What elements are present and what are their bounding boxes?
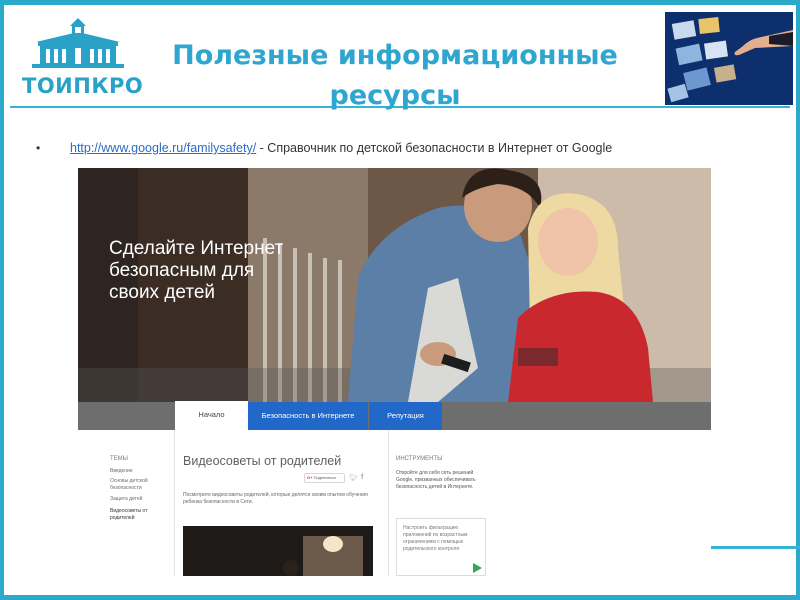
site-content: ТЕМЫ Введение Основы детской безопасност… [78,430,711,576]
main-heading: Видеосоветы от родителей [183,454,342,468]
main-paragraph: Посмотрите видеосоветы родителей, которы… [183,492,368,505]
parental-control-card[interactable]: Настроить фильтрацию приложений по возра… [396,518,486,576]
title-line-1: Полезные информационные [172,40,618,71]
sidebar-title: ТЕМЫ [110,456,128,462]
sidebar-divider [174,430,175,576]
slide-frame-bottom [0,595,800,600]
tab-home[interactable]: Начало [175,401,248,430]
google-plus-share-button[interactable]: G+ Поделиться [304,473,345,483]
tools-title: ИНСТРУМЕНТЫ [396,456,443,462]
bullet-description: - Справочник по детской безопасности в И… [256,141,613,155]
parental-control-text: Настроить фильтрацию приложений по возра… [403,525,468,552]
bullet-marker: • [36,141,41,155]
video-frame-image [183,526,373,576]
bullet-text: http://www.google.ru/familysafety/ - Спр… [70,141,790,155]
slide-frame-top [0,0,800,5]
title-line-2: ресурсы [329,80,461,111]
sidebar-item-video-tips[interactable]: Видеосоветы от родителей [110,508,170,522]
sidebar-item-protection[interactable]: Защита детей [110,496,170,503]
slide-title: Полезные информационные ресурсы [140,36,650,116]
tab-reputation[interactable]: Репутация [369,402,442,430]
google-familysafety-link[interactable]: http://www.google.ru/familysafety/ [70,141,256,155]
google-play-icon [473,563,482,573]
sidebar-item-intro[interactable]: Введение [110,468,170,475]
tab-internet-safety[interactable]: Безопасность в Интернете [248,402,368,430]
logo-text: ТОИПКРО [22,74,144,98]
facebook-icon[interactable]: f [361,474,363,481]
video-thumbnail[interactable] [183,526,373,576]
tools-paragraph: Откройте для себя сеть решений Google, п… [396,470,476,490]
building-icon [32,18,124,68]
site-tab-bar: Начало Безопасность в Интернете Репутаци… [78,401,711,430]
slide-frame-left [0,0,4,600]
tools-divider [388,430,389,576]
hero-headline: Сделайте Интернет безопасным для своих д… [109,238,284,303]
corner-hand-photos-image [665,12,793,105]
share-label: Поделиться [313,475,336,480]
website-screenshot: Сделайте Интернет безопасным для своих д… [78,168,711,576]
google-plus-icon: G+ [307,475,313,480]
photo-wall-icon [665,12,793,105]
hero-banner: Сделайте Интернет безопасным для своих д… [78,168,711,402]
twitter-icon[interactable]: 🐦︎ [349,474,358,482]
slide-frame-right [796,0,800,600]
toipkro-logo: ТОИПКРО [22,18,144,98]
sidebar-item-basics[interactable]: Основы детской безопасности [110,478,170,492]
